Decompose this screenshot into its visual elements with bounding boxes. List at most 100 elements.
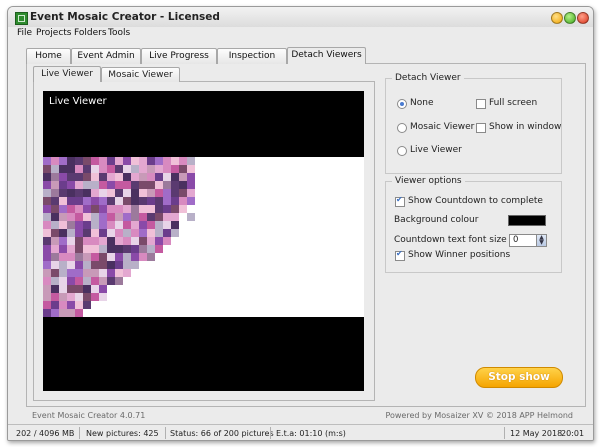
mosaic-tile: [75, 173, 83, 181]
mosaic-tile: [83, 189, 91, 197]
show-winner-checkbox[interactable]: [395, 249, 405, 261]
live-viewer-display: Live Viewer: [43, 91, 364, 391]
mosaic-tile: [107, 253, 115, 261]
close-button[interactable]: [577, 12, 589, 24]
mosaic-tile: [91, 157, 99, 165]
mosaic-tile: [51, 269, 59, 277]
mosaic-tile: [187, 213, 195, 221]
mosaic-tile: [171, 173, 179, 181]
mosaic-tile: [59, 261, 67, 269]
mosaic-tile: [115, 157, 123, 165]
tab-event-admin[interactable]: Event Admin: [71, 48, 141, 64]
mosaic-tile: [99, 277, 107, 285]
mosaic-tile: [107, 229, 115, 237]
tab-home[interactable]: Home: [26, 48, 71, 64]
mosaic-tile: [75, 157, 83, 165]
tab-inspection[interactable]: Inspection: [217, 48, 287, 64]
mosaic-tile: [131, 165, 139, 173]
mosaic-tile: [59, 309, 67, 317]
mosaic-tile: [43, 221, 51, 229]
mosaic-tile: [83, 157, 91, 165]
tab-detach-viewers[interactable]: Detach Viewers: [287, 47, 366, 64]
version-text: Event Mosaic Creator 4.0.71: [32, 411, 146, 420]
mosaic-tile: [75, 301, 83, 309]
mosaic-tile: [115, 269, 123, 277]
mosaic-tile: [91, 285, 99, 293]
mosaic-tile: [147, 157, 155, 165]
mosaic-tile: [179, 173, 187, 181]
mosaic-tile: [115, 253, 123, 261]
show-winner-label: Show Winner positions: [408, 250, 511, 260]
mosaic-tile: [43, 197, 51, 205]
mosaic-tile: [107, 277, 115, 285]
mosaic-tile: [83, 285, 91, 293]
background-colour-swatch[interactable]: [508, 215, 546, 226]
mosaic-tile: [59, 157, 67, 165]
mosaic-tile: [163, 221, 171, 229]
mosaic-tile: [139, 237, 147, 245]
mosaic-tile: [147, 205, 155, 213]
mosaic-tile: [163, 189, 171, 197]
mosaic-tile: [83, 269, 91, 277]
mosaic-tile: [115, 229, 123, 237]
menu-file[interactable]: File: [17, 28, 32, 38]
mosaic-tile: [115, 221, 123, 229]
mosaic-tile: [179, 189, 187, 197]
mosaic-tile: [171, 197, 179, 205]
mosaic-tile: [179, 165, 187, 173]
mosaic-tile: [115, 277, 123, 285]
status-divider: [79, 427, 80, 439]
stop-show-button[interactable]: Stop show: [475, 367, 563, 388]
full-screen-checkbox[interactable]: [476, 99, 486, 109]
radio-none[interactable]: [397, 99, 407, 109]
tab-live-progress[interactable]: Live Progress: [141, 48, 217, 64]
show-countdown-checkbox[interactable]: [395, 195, 405, 207]
mosaic-tile: [59, 221, 67, 229]
minimize-button[interactable]: [551, 12, 563, 24]
mosaic-tile: [115, 213, 123, 221]
tab-mosaic-viewer[interactable]: Mosaic Viewer: [101, 67, 180, 82]
mosaic-tile: [99, 229, 107, 237]
full-screen-label: Full screen: [489, 98, 538, 108]
mosaic-tile: [43, 213, 51, 221]
mosaic-tile: [43, 181, 51, 189]
mosaic-tile: [107, 237, 115, 245]
maximize-button[interactable]: [564, 12, 576, 24]
menu-tools[interactable]: Tools: [108, 28, 130, 38]
radio-mosaic-viewer[interactable]: [397, 123, 407, 133]
mosaic-tile: [51, 181, 59, 189]
mosaic-tile: [171, 157, 179, 165]
show-in-window-checkbox[interactable]: [476, 123, 486, 133]
mosaic-tile: [123, 229, 131, 237]
menu-projects[interactable]: Projects: [36, 28, 71, 38]
mosaic-tile: [75, 205, 83, 213]
mosaic-tile: [91, 277, 99, 285]
spinner-arrows-icon[interactable]: ▲ ▼: [536, 235, 546, 246]
radio-live-viewer[interactable]: [397, 146, 407, 156]
background-colour-label: Background colour: [394, 215, 479, 225]
tab-live-viewer[interactable]: Live Viewer: [33, 66, 101, 82]
mosaic-tile: [107, 245, 115, 253]
mosaic-tile: [91, 189, 99, 197]
date-status: 12 May 2018: [510, 429, 563, 438]
mosaic-tile: [67, 205, 75, 213]
mosaic-tile: [51, 309, 59, 317]
menu-folders[interactable]: Folders: [74, 28, 107, 38]
countdown-font-size-spinner[interactable]: 0 ▲ ▼: [509, 234, 547, 247]
mosaic-tile: [51, 277, 59, 285]
show-countdown-label: Show Countdown to complete: [408, 196, 543, 206]
mosaic-tile: [107, 205, 115, 213]
mosaic-tile: [115, 237, 123, 245]
mosaic-tile: [187, 197, 195, 205]
mosaic-tile: [59, 253, 67, 261]
mosaic-tile: [115, 205, 123, 213]
mosaic-tile: [155, 165, 163, 173]
mosaic-tile: [59, 277, 67, 285]
mosaic-tile: [67, 261, 75, 269]
mosaic-tile: [83, 197, 91, 205]
mosaic-tile: [155, 181, 163, 189]
mosaic-tile: [43, 285, 51, 293]
mosaic-tile: [139, 189, 147, 197]
mosaic-tile: [115, 245, 123, 253]
mosaic-tile: [67, 309, 75, 317]
